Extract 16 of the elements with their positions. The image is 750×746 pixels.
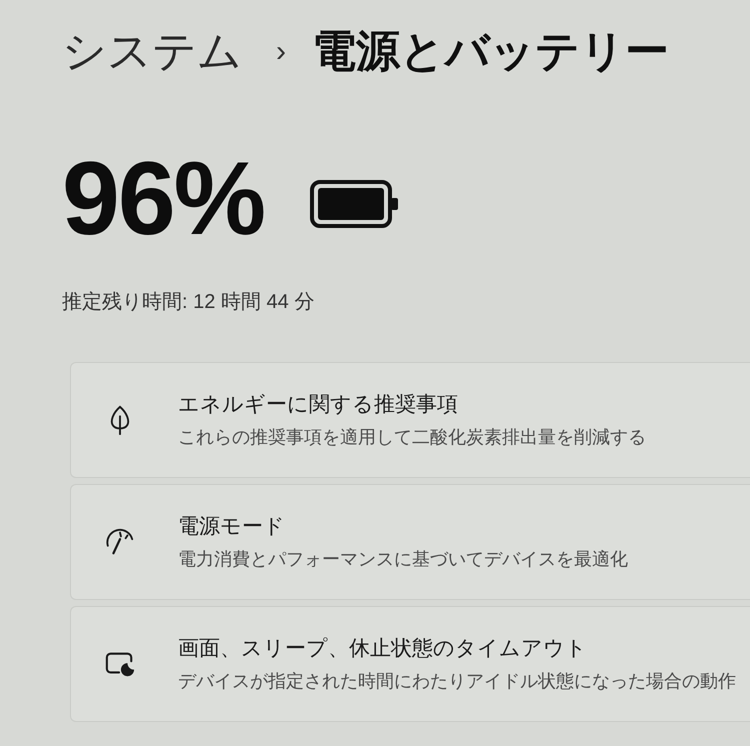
battery-percentage: 96% bbox=[62, 146, 264, 252]
battery-icon bbox=[310, 180, 398, 228]
settings-card[interactable]: 電源モード 電力消費とパフォーマンスに基づいてデバイスを最適化 bbox=[70, 484, 750, 600]
breadcrumb-link[interactable]: システム bbox=[62, 24, 242, 80]
setting-description: これらの推奨事項を適用して二酸化炭素排出量を削減する bbox=[178, 426, 646, 449]
setting-title: エネルギーに関する推奨事項 bbox=[178, 392, 458, 418]
setting-title: 電源モード bbox=[178, 514, 285, 540]
settings-card[interactable]: エネルギーに関する推奨事項 これらの推奨事項を適用して二酸化炭素排出量を削減する bbox=[70, 362, 750, 478]
setting-description: デバイスが指定された時間にわたりアイドル状態になった場合の動作 bbox=[178, 670, 736, 693]
settings-card[interactable]: 画面、スリープ、休止状態のタイムアウト デバイスが指定された時間にわたりアイドル状態になった場合の動作 bbox=[70, 606, 750, 722]
gauge-icon bbox=[105, 527, 135, 557]
setting-description: 電力消費とパフォーマンスに基づいてデバイスを最適化 bbox=[178, 548, 628, 571]
remaining-time-text: 推定残り時間: 12 時間 44 分 bbox=[62, 290, 314, 315]
setting-title: 画面、スリープ、休止状態のタイムアウト bbox=[178, 636, 587, 662]
breadcrumb-separator: › bbox=[276, 34, 286, 70]
page-title: 電源とバッテリー bbox=[312, 26, 669, 78]
